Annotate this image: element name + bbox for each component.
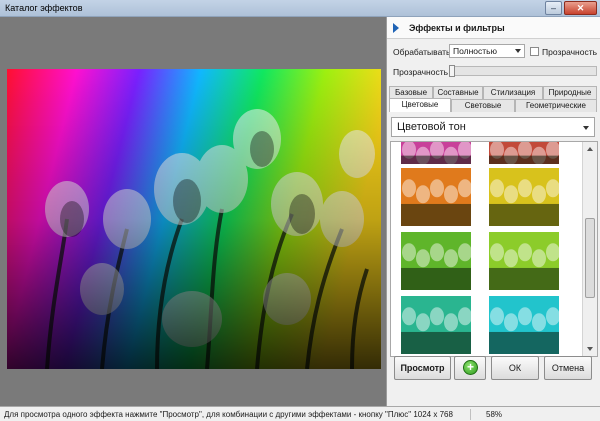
transparency-checkbox-label: Прозрачность <box>542 47 598 57</box>
tab-geometric[interactable]: Геометрические <box>515 99 597 112</box>
cancel-button[interactable]: Отмена <box>544 356 592 380</box>
tab-natural[interactable]: Природные <box>543 86 597 99</box>
effect-select-value: Цветовой тон <box>397 121 466 133</box>
preview-workspace <box>0 17 386 406</box>
tulip-thumbnail-green[interactable] <box>401 232 471 290</box>
transparency-slider-label: Прозрачность <box>393 67 449 77</box>
process-select-value: Полностью <box>453 46 497 56</box>
scroll-up-icon[interactable] <box>587 147 593 151</box>
process-select[interactable]: Полностью <box>449 44 525 58</box>
tab-color[interactable]: Цветовые <box>389 98 451 112</box>
preview-button[interactable]: Просмотр <box>394 356 451 380</box>
plus-icon: + <box>463 360 478 375</box>
arrow-right-icon <box>393 23 399 33</box>
tulip-thumbnail-aqua[interactable] <box>489 296 559 354</box>
tulip-thumbnail-yellow[interactable] <box>489 168 559 226</box>
title-bar: Каталог эффектов – ✕ <box>0 0 600 17</box>
tulip-thumbnail-magenta[interactable] <box>401 142 471 164</box>
preview-image <box>7 69 381 369</box>
effect-select[interactable]: Цветовой тон <box>391 117 595 137</box>
status-hint: Для просмотра одного эффекта нажмите "Пр… <box>4 410 453 419</box>
ok-button[interactable]: ОК <box>491 356 539 380</box>
tulip-thumbnail-lime[interactable] <box>489 232 559 290</box>
window-title: Каталог эффектов <box>5 3 83 13</box>
tab-light[interactable]: Световые <box>451 99 515 112</box>
tab-stylization[interactable]: Стилизация <box>483 86 543 99</box>
tulip-thumbnail-cyan-teal[interactable] <box>401 296 471 354</box>
effects-panel: Эффекты и фильтры Обрабатывать Полностью… <box>386 17 600 406</box>
tulip-thumbnail-red[interactable] <box>489 142 559 164</box>
zoom-level: 58% <box>486 410 503 419</box>
chevron-down-icon <box>515 49 521 53</box>
close-button[interactable]: ✕ <box>564 1 597 15</box>
process-label: Обрабатывать <box>393 47 451 57</box>
status-separator <box>470 409 471 420</box>
status-bar: Для просмотра одного эффекта нажмите "Пр… <box>0 406 600 421</box>
scrollbar-thumb[interactable] <box>585 218 595 298</box>
scroll-down-icon[interactable] <box>587 347 593 351</box>
transparency-slider-thumb[interactable] <box>449 65 455 77</box>
plus-button[interactable]: + <box>454 356 486 380</box>
panel-header: Эффекты и фильтры <box>387 17 600 39</box>
chevron-down-icon <box>583 126 589 130</box>
panel-title: Эффекты и фильтры <box>409 23 505 33</box>
gallery-scrollbar[interactable] <box>582 142 597 356</box>
tulip-thumbnail-orange[interactable] <box>401 168 471 226</box>
transparency-slider[interactable] <box>449 66 597 76</box>
effect-gallery <box>390 141 598 357</box>
transparency-checkbox[interactable] <box>530 47 539 56</box>
minimize-button[interactable]: – <box>545 1 562 15</box>
